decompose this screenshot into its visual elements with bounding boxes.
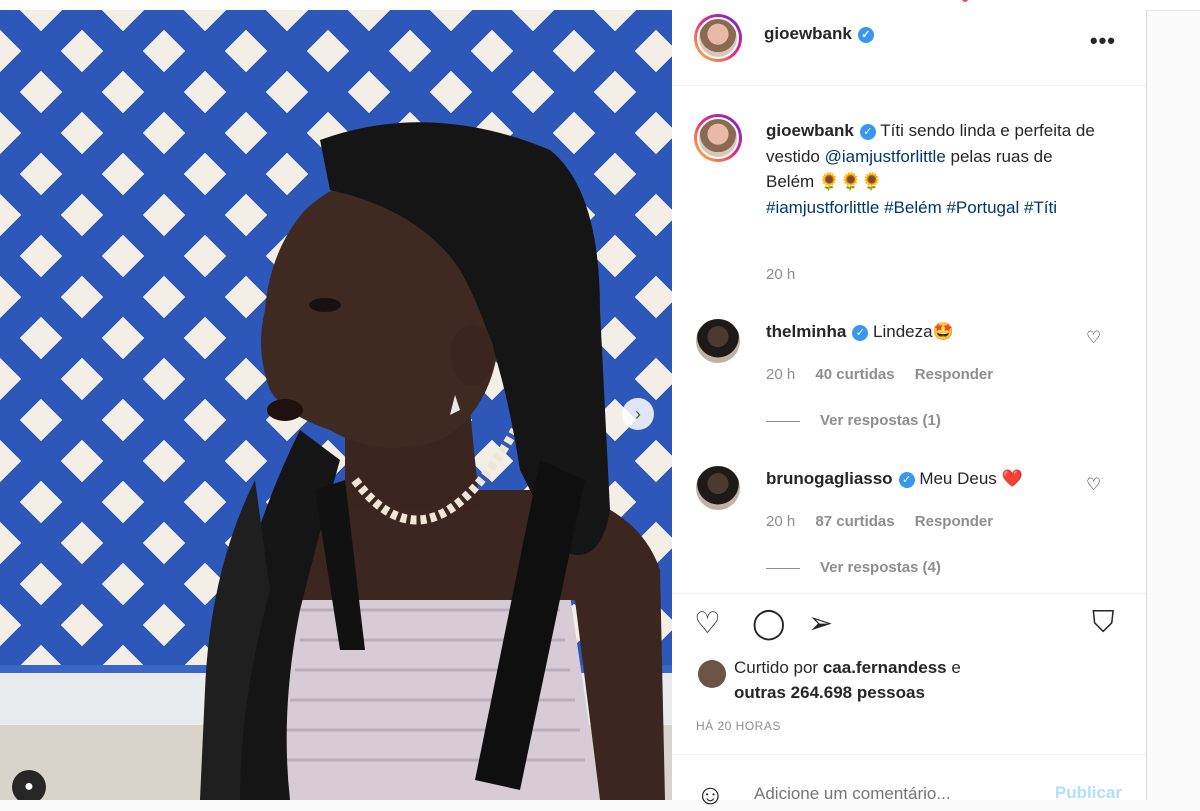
comment-username[interactable]: brunogagliasso bbox=[766, 469, 893, 488]
post-caption: gioewbank ✓ Títi sendo linda e perfeita d… bbox=[766, 118, 1096, 220]
author-avatar[interactable] bbox=[694, 14, 742, 62]
publish-button[interactable]: Publicar bbox=[1055, 783, 1122, 803]
comment-bubble-icon[interactable]: ◯ bbox=[752, 606, 786, 641]
comment-meta: 20 h 40 curtidas Responder bbox=[766, 366, 1009, 383]
liker-avatar[interactable] bbox=[698, 660, 726, 688]
emoji-smile-icon[interactable]: ☺ bbox=[696, 779, 725, 811]
post-header: gioewbank ✓ ••• bbox=[672, 10, 1146, 86]
comment-input[interactable] bbox=[752, 783, 1016, 805]
chevron-right-icon: › bbox=[635, 403, 641, 424]
posted-ago[interactable]: HÁ 20 HORAS bbox=[696, 719, 781, 733]
comment-like-heart-icon[interactable]: ♡ bbox=[1086, 328, 1101, 348]
likes-summary: Curtido por caa.fernandess e outras 264.… bbox=[734, 658, 961, 702]
share-send-icon[interactable]: ➢ bbox=[808, 606, 833, 641]
comment-like-heart-icon[interactable]: ♡ bbox=[1086, 475, 1101, 495]
verified-badge-icon: ✓ bbox=[898, 471, 915, 488]
notification-dot bbox=[962, 0, 968, 2]
comment: thelminha ✓ Lindeza🤩 bbox=[766, 322, 954, 342]
view-replies-button[interactable]: Ver respostas (4) bbox=[766, 559, 941, 576]
comment-likes[interactable]: 87 curtidas bbox=[815, 513, 894, 530]
post-actions-bar: ♡ ◯ ➢ ⛉ bbox=[672, 593, 1146, 640]
caption-mention[interactable]: @iamjustforlittle bbox=[825, 147, 946, 166]
likes-others-count[interactable]: outras 264.698 pessoas bbox=[734, 683, 925, 702]
save-bookmark-icon[interactable]: ⛉ bbox=[1092, 606, 1115, 640]
caption-time[interactable]: 20 h bbox=[766, 266, 795, 283]
post-side-panel: gioewbank ✓ ••• gioewbank ✓ Títi sendo lin… bbox=[672, 10, 1147, 810]
divider-line bbox=[766, 567, 800, 569]
girl-figure bbox=[200, 122, 665, 800]
author-username[interactable]: gioewbank ✓ bbox=[764, 24, 874, 44]
comment-time[interactable]: 20 h bbox=[766, 513, 795, 530]
view-replies-button[interactable]: Ver respostas (1) bbox=[766, 412, 941, 429]
comment-time[interactable]: 20 h bbox=[766, 366, 795, 383]
caption-avatar[interactable] bbox=[694, 114, 742, 162]
comment-avatar[interactable] bbox=[696, 466, 740, 510]
comment-avatar[interactable] bbox=[696, 319, 740, 363]
like-heart-icon[interactable]: ♡ bbox=[694, 606, 721, 641]
reply-button[interactable]: Responder bbox=[915, 366, 993, 383]
caption-hashtags[interactable]: #iamjustforlittle #Belém #Portugal #Títi bbox=[766, 198, 1057, 217]
comment-text: Meu Deus ❤️ bbox=[919, 469, 1023, 488]
comment-meta: 20 h 87 curtidas Responder bbox=[766, 513, 1009, 530]
next-photo-button[interactable]: › bbox=[622, 398, 654, 430]
comment-likes[interactable]: 40 curtidas bbox=[815, 366, 894, 383]
liker-username[interactable]: caa.fernandess bbox=[823, 658, 947, 677]
reply-button[interactable]: Responder bbox=[915, 513, 993, 530]
post-photo[interactable]: › ● bbox=[0, 10, 672, 800]
tagged-user-button[interactable]: ● bbox=[12, 770, 46, 800]
comment: brunogagliasso ✓ Meu Deus ❤️ bbox=[766, 469, 1023, 489]
verified-badge-icon: ✓ bbox=[859, 123, 876, 140]
verified-badge-icon: ✓ bbox=[857, 26, 874, 43]
verified-badge-icon: ✓ bbox=[852, 324, 869, 341]
user-icon: ● bbox=[24, 778, 34, 795]
comment-text: Lindeza🤩 bbox=[873, 322, 954, 341]
more-options-icon[interactable]: ••• bbox=[1090, 28, 1116, 54]
comment-username[interactable]: thelminha bbox=[766, 322, 846, 341]
add-comment-bar: ☺ Publicar bbox=[672, 754, 1146, 810]
divider-line bbox=[766, 420, 800, 422]
caption-username[interactable]: gioewbank bbox=[766, 121, 854, 140]
